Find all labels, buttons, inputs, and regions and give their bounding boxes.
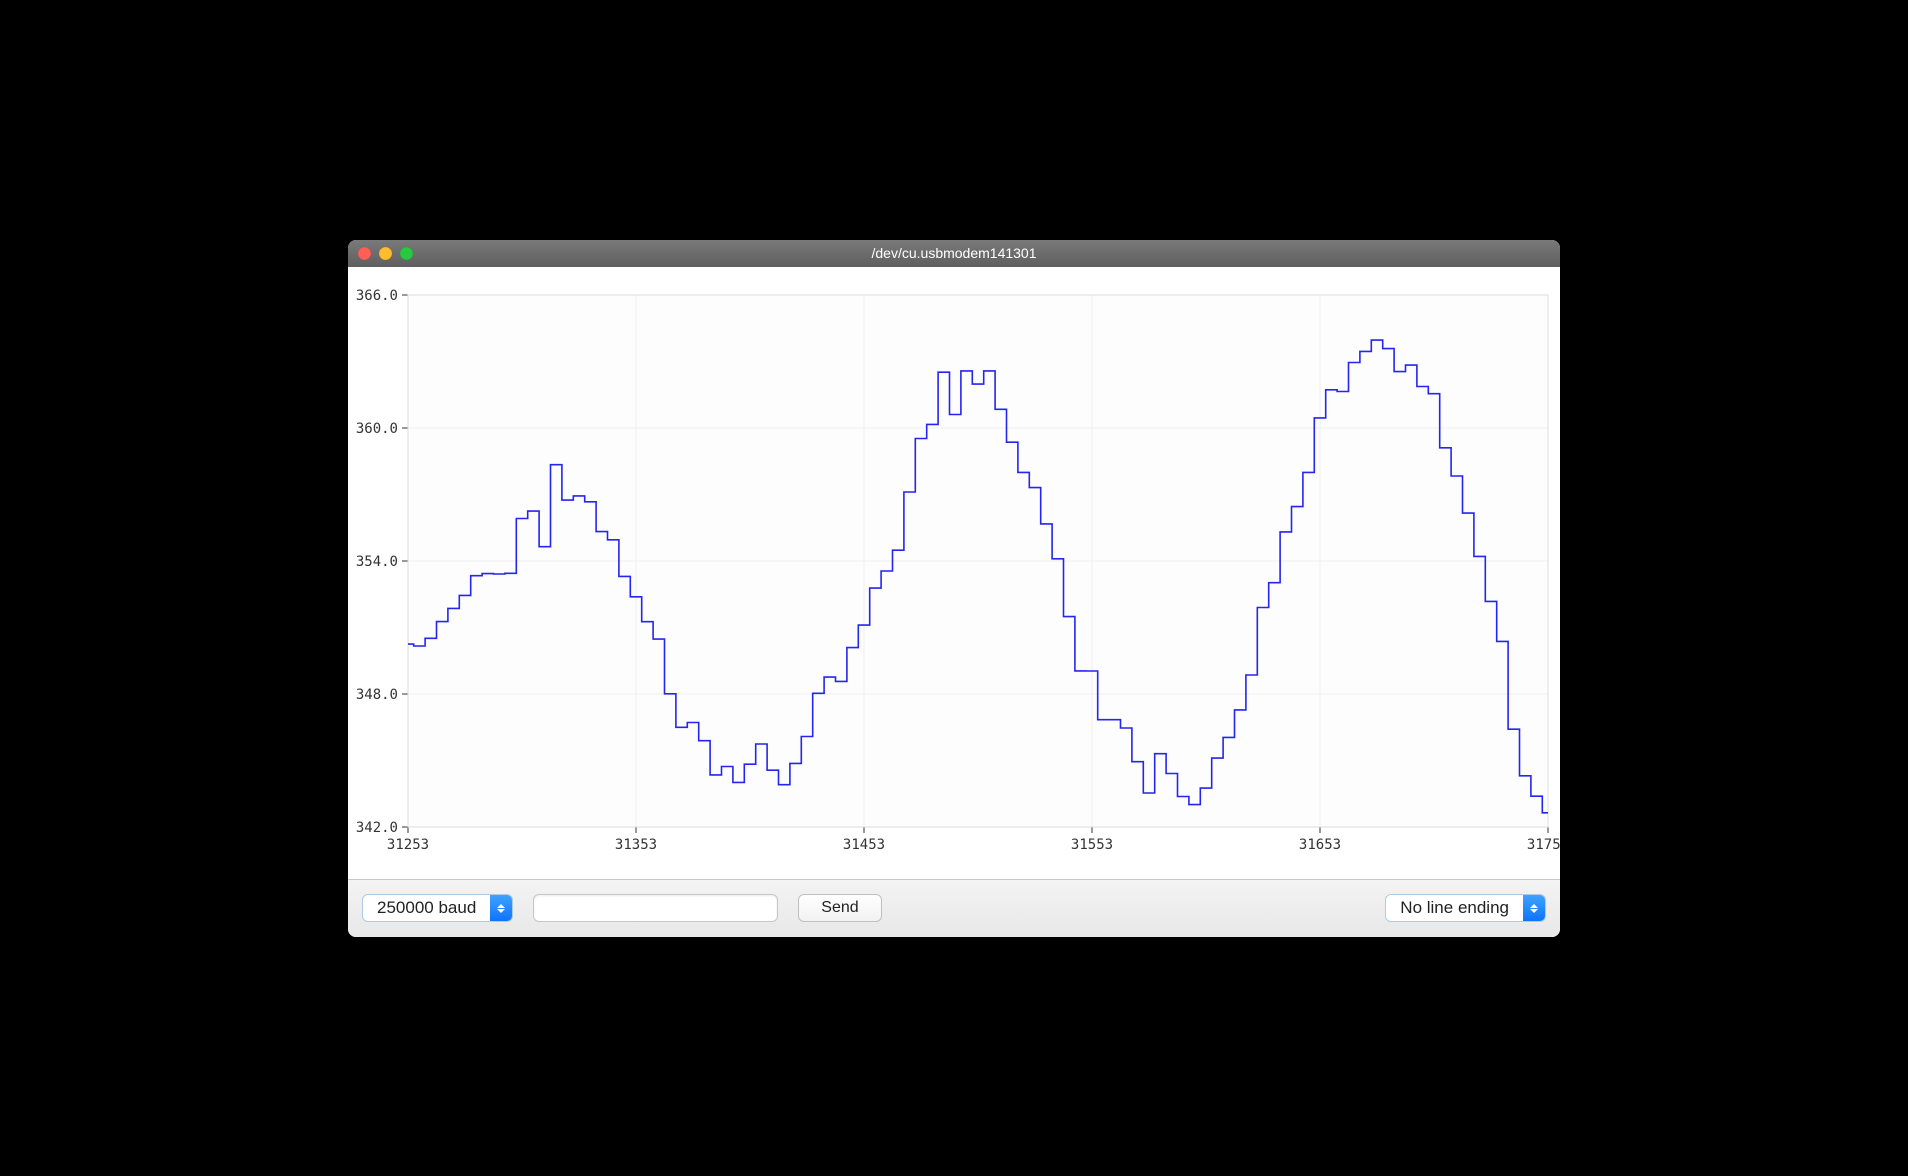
svg-text:31653: 31653 xyxy=(1299,837,1341,853)
minimize-icon[interactable] xyxy=(379,247,392,260)
send-button[interactable]: Send xyxy=(798,894,881,922)
plot-area: 31253 31353 31453 31553 31653 31753 342.0 348.0… xyxy=(348,267,1560,879)
baud-select[interactable]: 250000 baud xyxy=(362,894,513,922)
svg-text:348.0: 348.0 xyxy=(356,687,398,703)
svg-text:342.0: 342.0 xyxy=(356,820,398,836)
close-icon[interactable] xyxy=(358,247,371,260)
svg-text:31253: 31253 xyxy=(387,837,429,853)
svg-text:354.0: 354.0 xyxy=(356,554,398,570)
traffic-lights xyxy=(358,247,413,260)
baud-select-label: 250000 baud xyxy=(363,895,490,921)
send-input[interactable] xyxy=(533,894,778,922)
content: 31253 31353 31453 31553 31653 31753 342.0 348.0… xyxy=(348,267,1560,937)
svg-text:366.0: 366.0 xyxy=(356,288,398,304)
app-window: /dev/cu.usbmodem141301 31253313533145331… xyxy=(348,240,1560,937)
line-ending-select[interactable]: No line ending xyxy=(1385,894,1546,922)
window-title: /dev/cu.usbmodem141301 xyxy=(348,245,1560,261)
svg-text:31553: 31553 xyxy=(1071,837,1113,853)
zoom-icon[interactable] xyxy=(400,247,413,260)
svg-text:31353: 31353 xyxy=(615,837,657,853)
svg-text:360.0: 360.0 xyxy=(356,421,398,437)
chevron-updown-icon xyxy=(490,895,512,921)
serial-plot: 31253 31353 31453 31553 31653 31753 342.0 348.0… xyxy=(348,267,1560,879)
line-ending-label: No line ending xyxy=(1386,895,1523,921)
toolbar: 250000 baud Send No line ending xyxy=(348,879,1560,937)
svg-text:31453: 31453 xyxy=(843,837,885,853)
chevron-updown-icon xyxy=(1523,895,1545,921)
svg-text:31753: 31753 xyxy=(1527,837,1560,853)
titlebar[interactable]: /dev/cu.usbmodem141301 xyxy=(348,240,1560,267)
